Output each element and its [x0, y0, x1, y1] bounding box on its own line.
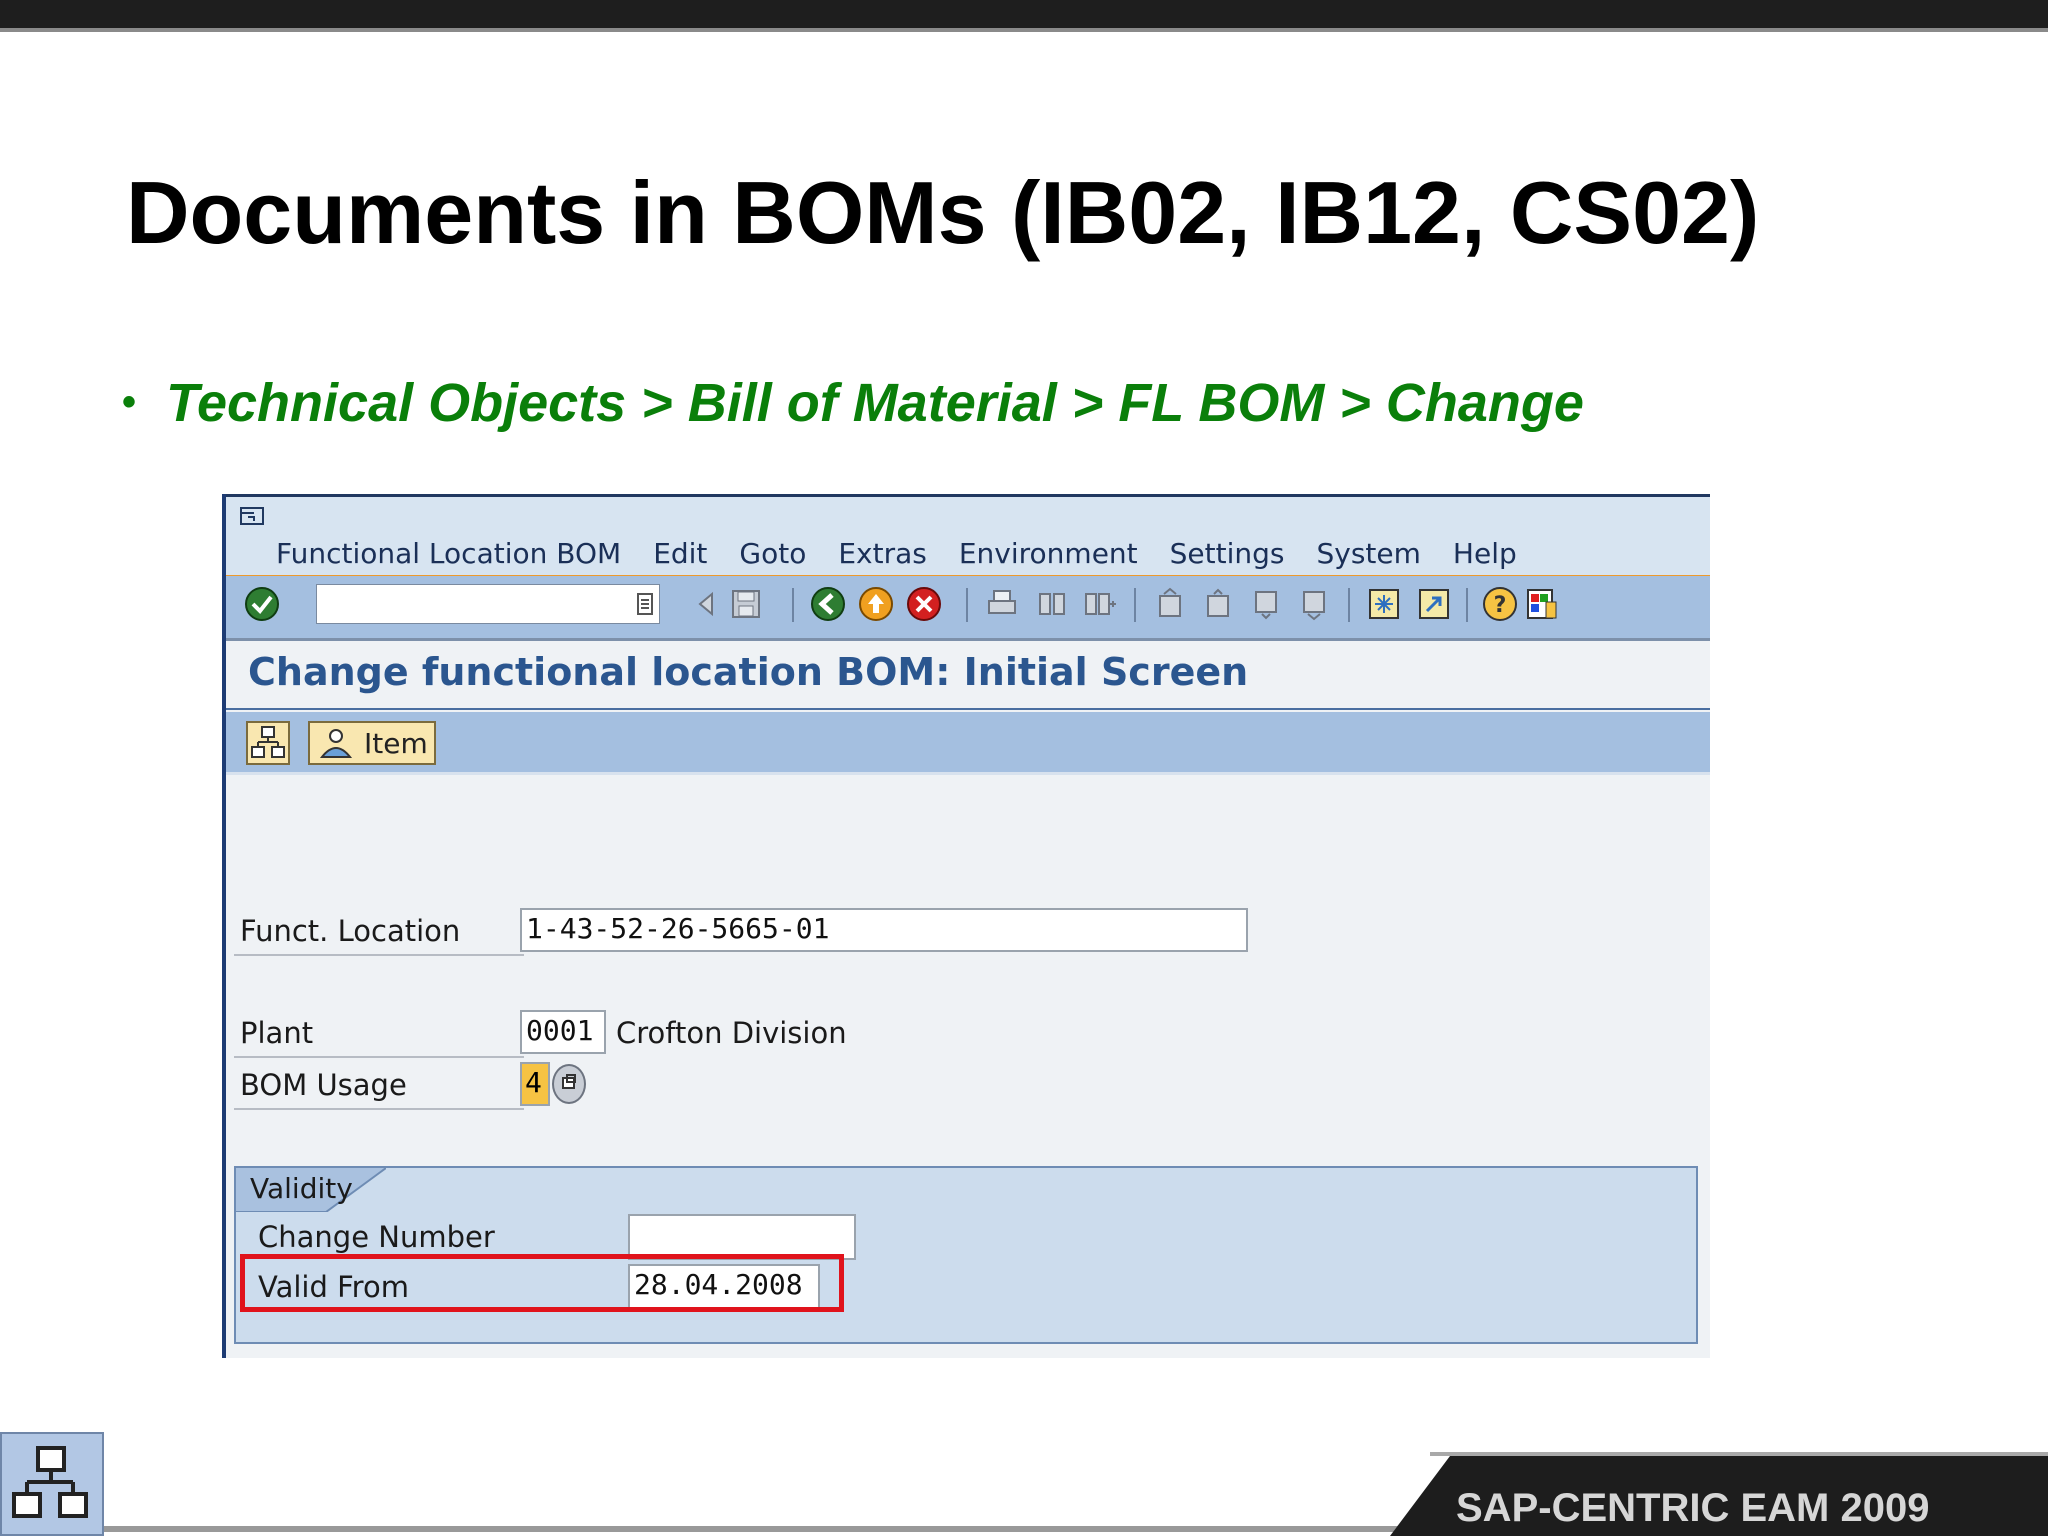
enter-check-icon[interactable]	[244, 586, 280, 622]
slide-title: Documents in BOMs (IB02, IB12, CS02)	[126, 163, 1760, 262]
label-underline	[234, 954, 524, 956]
menu-environment[interactable]: Environment	[959, 537, 1138, 570]
change-number-label: Change Number	[258, 1220, 495, 1254]
menu-settings[interactable]: Settings	[1170, 537, 1285, 570]
print-icon[interactable]	[984, 586, 1020, 622]
plant-description: Crofton Division	[616, 1016, 847, 1050]
bom-hierarchy-icon	[12, 1446, 88, 1518]
exit-icon[interactable]	[858, 586, 894, 622]
bullet-text: Technical Objects > Bill of Material > F…	[166, 373, 1584, 433]
menu-help[interactable]: Help	[1453, 537, 1517, 570]
command-field[interactable]	[316, 584, 660, 624]
menu-bar: Functional Location BOM Edit Goto Extras…	[226, 494, 1710, 579]
last-page-icon[interactable]	[1296, 586, 1332, 622]
menu-goto[interactable]: Goto	[739, 537, 806, 570]
hierarchy-button[interactable]	[246, 721, 290, 765]
label-underline	[234, 1108, 524, 1110]
bullet-dot: •	[122, 380, 137, 424]
first-page-icon[interactable]	[1152, 586, 1188, 622]
menu-extras[interactable]: Extras	[838, 537, 927, 570]
standard-toolbar: ?	[226, 576, 1710, 641]
cancel-icon[interactable]	[906, 586, 942, 622]
funct-location-input[interactable]: 1-43-52-26-5665-01	[520, 908, 1248, 952]
menu-functional-location-bom[interactable]: Functional Location BOM	[276, 537, 621, 570]
find-icon[interactable]	[1034, 586, 1070, 622]
shortcut-icon[interactable]	[1416, 586, 1452, 622]
svg-text:?: ?	[1494, 593, 1507, 618]
hierarchy-icon	[251, 726, 285, 758]
bom-usage-input[interactable]: 4	[520, 1062, 550, 1106]
toolbar-separator	[1348, 588, 1350, 622]
validity-title: Validity	[250, 1172, 353, 1205]
plant-label: Plant	[240, 1016, 314, 1050]
screen-title: Change functional location BOM: Initial …	[248, 650, 1249, 694]
value-help-icon	[562, 1074, 576, 1089]
menu-entry-icon[interactable]	[240, 507, 266, 527]
slide-top-bar	[0, 0, 2048, 32]
bom-hierarchy-logo	[0, 1432, 104, 1536]
layout-menu-icon[interactable]	[1524, 586, 1560, 622]
help-icon[interactable]: ?	[1482, 586, 1518, 622]
title-divider	[226, 708, 1710, 710]
menu-edit[interactable]: Edit	[653, 537, 707, 570]
footer-band-edge	[1430, 1452, 2048, 1456]
previous-page-icon[interactable]	[1200, 586, 1236, 622]
slide-bullet: • Technical Objects > Bill of Material > …	[122, 372, 1584, 434]
back-icon[interactable]	[810, 586, 846, 622]
value-help-button[interactable]	[552, 1064, 586, 1104]
toolbar-separator	[966, 588, 968, 622]
create-session-icon[interactable]	[1366, 586, 1402, 622]
command-history-icon[interactable]	[635, 591, 655, 617]
command-input[interactable]	[317, 585, 601, 623]
menu-system[interactable]: System	[1317, 537, 1421, 570]
bom-usage-label: BOM Usage	[240, 1068, 407, 1102]
toolbar-separator	[1134, 588, 1136, 622]
plant-input[interactable]: 0001	[520, 1010, 606, 1054]
toolbar-separator	[792, 588, 794, 622]
item-button-label: Item	[364, 726, 428, 760]
sap-window: Functional Location BOM Edit Goto Extras…	[222, 494, 1710, 1358]
find-next-icon[interactable]	[1082, 586, 1118, 622]
validity-group: Validity Change Number Valid From 28.04.…	[234, 1166, 1698, 1344]
save-icon[interactable]	[728, 586, 764, 622]
highlight-box	[240, 1254, 844, 1312]
item-icon	[319, 729, 353, 758]
next-page-icon[interactable]	[1248, 586, 1284, 622]
item-button[interactable]: Item	[308, 721, 436, 765]
toolbar-separator	[1466, 588, 1468, 622]
footer-brand: SAP-CENTRIC EAM 2009	[1456, 1486, 1930, 1530]
label-underline	[234, 1056, 524, 1058]
funct-location-label: Funct. Location	[240, 914, 461, 948]
menu-items: Functional Location BOM Edit Goto Extras…	[276, 537, 1549, 570]
left-arrow-icon[interactable]	[688, 586, 724, 622]
application-toolbar: Item	[226, 712, 1710, 775]
